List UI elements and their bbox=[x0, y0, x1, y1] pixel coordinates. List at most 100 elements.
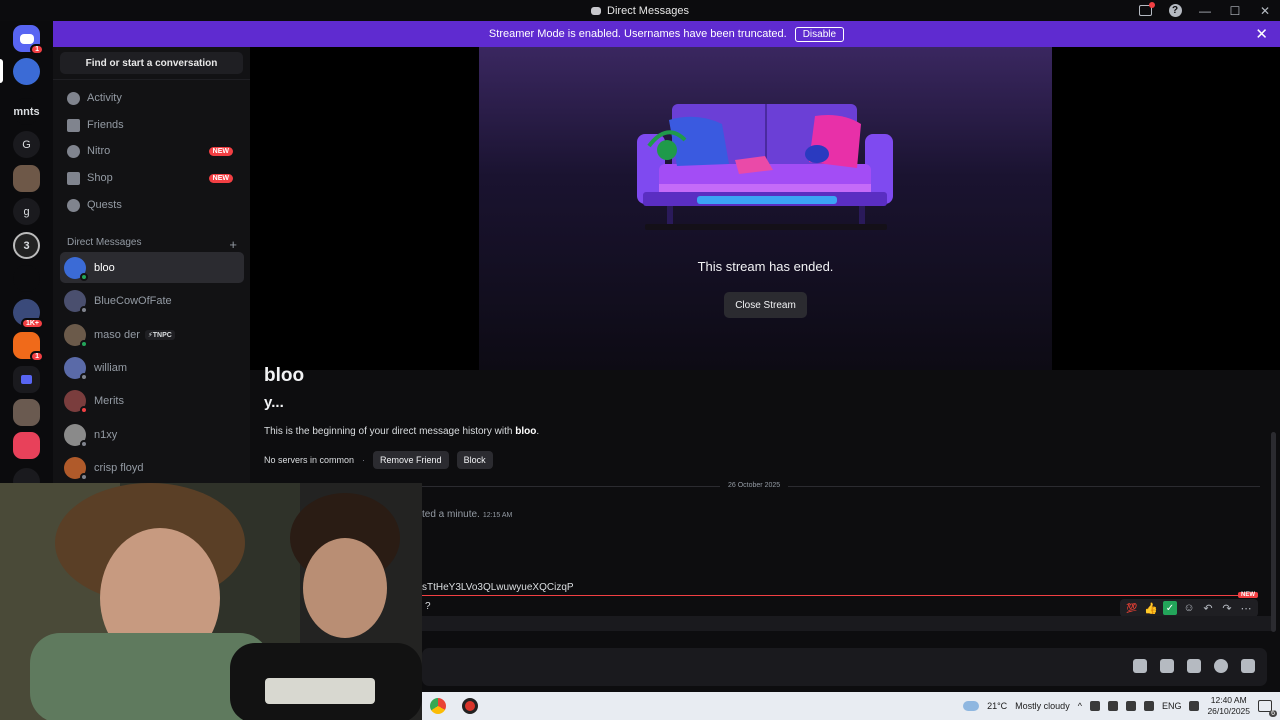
guild-mnts[interactable]: mnts bbox=[13, 98, 40, 125]
home-button[interactable]: 1 bbox=[13, 25, 44, 55]
add-reaction-icon[interactable]: ☺ bbox=[1182, 601, 1196, 615]
guild-orange[interactable]: 1 bbox=[13, 332, 44, 362]
dm-item-merits[interactable]: Merits bbox=[60, 385, 244, 416]
app-icon[interactable] bbox=[462, 698, 478, 714]
guild-orange-badge: 1 bbox=[30, 351, 44, 362]
avatar bbox=[64, 289, 88, 314]
stream-stage: This stream has ended. Close Stream bbox=[479, 47, 1052, 370]
nav-shop[interactable]: Shop NEW bbox=[60, 165, 243, 191]
dm-item-maso-der[interactable]: maso der ⚡TNPC bbox=[60, 319, 244, 350]
window-titlebar: Direct Messages ? — ☐ ✕ bbox=[0, 0, 1280, 21]
date-divider-label: 26 October 2025 bbox=[720, 482, 789, 489]
beginning-prefix: This is the beginning of your direct mes… bbox=[264, 426, 516, 437]
nav-quests[interactable]: Quests bbox=[60, 192, 243, 218]
separator-dot: · bbox=[362, 455, 366, 465]
dm-item-william[interactable]: william bbox=[60, 352, 244, 383]
guild-g-upper[interactable]: G bbox=[13, 131, 40, 158]
profile-username: bloo bbox=[264, 365, 305, 386]
close-window-button[interactable]: ✕ bbox=[1250, 0, 1280, 21]
reply-icon[interactable]: ↶ bbox=[1201, 601, 1215, 615]
shop-icon bbox=[67, 171, 80, 185]
system-tray: 21°C Mostly cloudy ^ ENG 12:40 AM 26/10/… bbox=[963, 692, 1277, 720]
nitro-icon bbox=[67, 144, 80, 158]
dm-name: BlueCowOfFate bbox=[94, 294, 172, 307]
guild-photo-1[interactable] bbox=[13, 165, 40, 192]
nav-label: Quests bbox=[87, 199, 122, 211]
reaction-thumbsup-icon[interactable]: 👍 bbox=[1144, 601, 1158, 615]
weather-desc[interactable]: Mostly cloudy bbox=[1015, 701, 1070, 711]
profile-actions: No servers in common · Remove Friend Blo… bbox=[264, 451, 493, 469]
nav-label: Friends bbox=[87, 119, 124, 131]
gift-icon[interactable] bbox=[1133, 659, 1147, 673]
avatar bbox=[64, 389, 88, 414]
nav-nitro[interactable]: Nitro NEW bbox=[60, 138, 243, 164]
guild-3[interactable]: 3 bbox=[13, 232, 40, 259]
forward-icon[interactable]: ↷ bbox=[1220, 601, 1234, 615]
close-stream-button[interactable]: Close Stream bbox=[724, 292, 807, 318]
nav-activity[interactable]: Activity bbox=[60, 85, 243, 111]
help-button[interactable]: ? bbox=[1160, 0, 1190, 21]
block-button[interactable]: Block bbox=[456, 451, 493, 469]
nav-label: Shop bbox=[87, 172, 113, 184]
emoji-icon[interactable] bbox=[1214, 659, 1228, 673]
find-conversation-button[interactable]: Find or start a conversation bbox=[60, 52, 243, 74]
chrome-icon[interactable] bbox=[430, 698, 446, 714]
system-message: ted a minute. 12:15 AM bbox=[422, 509, 512, 520]
folder-icon[interactable] bbox=[13, 366, 40, 393]
avatar bbox=[64, 423, 88, 448]
guild-figure[interactable] bbox=[13, 265, 40, 292]
message-input[interactable] bbox=[422, 648, 1267, 686]
dm-header-label: Direct Messages bbox=[67, 237, 142, 248]
status-online-icon bbox=[80, 339, 88, 348]
notification-count: 6 bbox=[1269, 710, 1277, 717]
guild-photo-2[interactable] bbox=[13, 399, 40, 426]
dm-item-bluecowoffate[interactable]: BlueCowOfFate bbox=[60, 285, 244, 316]
dm-item-n1xy[interactable]: n1xy bbox=[60, 419, 244, 450]
help-icon: ? bbox=[1168, 4, 1182, 17]
tray-app-icon[interactable] bbox=[1089, 701, 1100, 711]
profile-subtitle: y... bbox=[264, 394, 284, 411]
mic-icon[interactable] bbox=[1143, 701, 1154, 711]
taskbar: 21°C Mostly cloudy ^ ENG 12:40 AM 26/10/… bbox=[422, 692, 1280, 720]
volume-icon[interactable] bbox=[1125, 701, 1136, 711]
guild-1k[interactable]: 1K+ bbox=[13, 299, 44, 329]
clock[interactable]: 12:40 AM 26/10/2025 bbox=[1207, 695, 1250, 717]
date-divider-line bbox=[420, 486, 1260, 487]
guild-g-lower[interactable]: g bbox=[13, 198, 40, 225]
sticker-icon[interactable] bbox=[1187, 659, 1201, 673]
dm-item-crisp-floyd[interactable]: crisp floyd bbox=[60, 452, 244, 483]
status-online-icon bbox=[80, 272, 88, 281]
dm-name: bloo bbox=[94, 261, 115, 274]
message-timestamp: 12:15 AM bbox=[482, 512, 513, 519]
gif-icon[interactable] bbox=[1160, 659, 1174, 673]
apps-icon[interactable] bbox=[1241, 659, 1255, 673]
inbox-button[interactable] bbox=[1130, 0, 1160, 21]
dm-name: crisp floyd bbox=[94, 461, 144, 474]
notification-icon[interactable]: 6 bbox=[1258, 700, 1277, 717]
avatar bbox=[64, 356, 88, 381]
tray-chevron-icon[interactable]: ^ bbox=[1078, 701, 1082, 711]
message-text-2: ? bbox=[425, 601, 431, 612]
reaction-100-icon[interactable]: 💯 bbox=[1125, 601, 1139, 615]
dm-name: Merits bbox=[94, 394, 124, 407]
guild-dm-bloo[interactable] bbox=[13, 58, 40, 85]
reaction-check-icon[interactable]: ✓ bbox=[1163, 601, 1177, 615]
disable-button[interactable]: Disable bbox=[794, 26, 845, 42]
avatar bbox=[64, 456, 88, 481]
message-text: sTtHeY3LVo3QLwuwyueXQCizqP bbox=[422, 582, 574, 593]
maximize-button[interactable]: ☐ bbox=[1220, 0, 1250, 21]
minimize-button[interactable]: — bbox=[1190, 0, 1220, 21]
weather-temp[interactable]: 21°C bbox=[987, 701, 1007, 711]
chat-scrollbar[interactable] bbox=[1271, 432, 1276, 632]
language-indicator[interactable]: ENG bbox=[1162, 701, 1182, 711]
dm-item-bloo[interactable]: bloo bbox=[60, 252, 244, 283]
guild-red[interactable] bbox=[13, 432, 40, 459]
network-icon[interactable] bbox=[1107, 701, 1118, 711]
nav-friends[interactable]: Friends bbox=[60, 112, 243, 138]
remove-friend-button[interactable]: Remove Friend bbox=[373, 451, 449, 469]
weather-cloud-icon bbox=[963, 701, 980, 711]
banner-close-icon[interactable]: ✕ bbox=[1255, 25, 1268, 43]
more-options-icon[interactable]: ⋯ bbox=[1239, 601, 1253, 615]
wifi-icon[interactable] bbox=[1189, 701, 1200, 711]
add-dm-icon[interactable]: + bbox=[229, 237, 237, 252]
